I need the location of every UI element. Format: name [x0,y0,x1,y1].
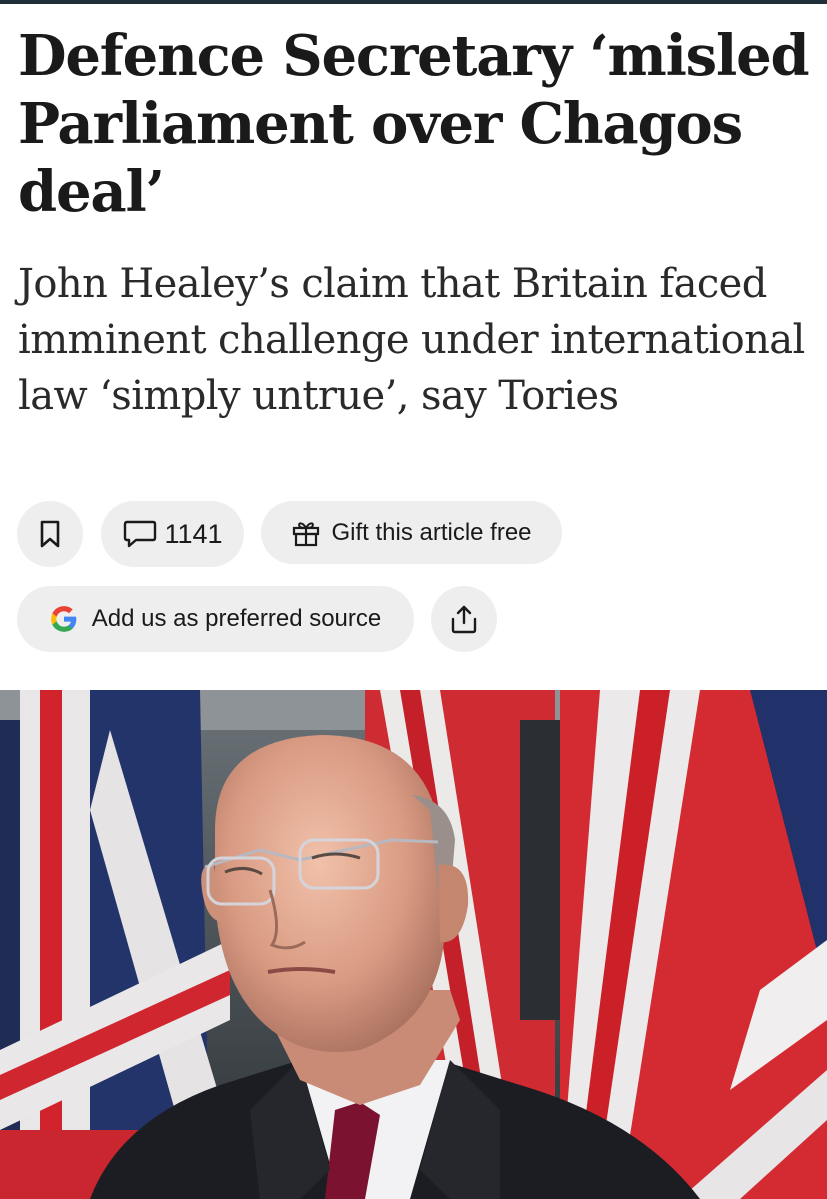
gift-label: Gift this article free [331,518,532,546]
share-button[interactable] [431,586,497,652]
gift-icon [293,521,320,546]
comment-count: 1141 [164,518,223,549]
article-headline: Defence Secretary ‘misled Parliament ove… [18,23,810,225]
google-g-icon [50,606,77,632]
article-photo [0,690,827,1199]
top-edge-bar [0,0,827,4]
share-icon [451,605,477,634]
gift-article-button[interactable]: Gift this article free [261,501,562,564]
add-preferred-source-button[interactable]: Add us as preferred source [17,586,414,652]
bookmark-icon [40,520,60,548]
speech-bubble-icon [124,520,157,548]
bookmark-button[interactable] [17,501,83,567]
preferred-source-label: Add us as preferred source [91,605,382,632]
article-standfirst: John Healey’s claim that Britain faced i… [18,261,805,419]
comments-button[interactable]: 1141 [101,501,244,567]
